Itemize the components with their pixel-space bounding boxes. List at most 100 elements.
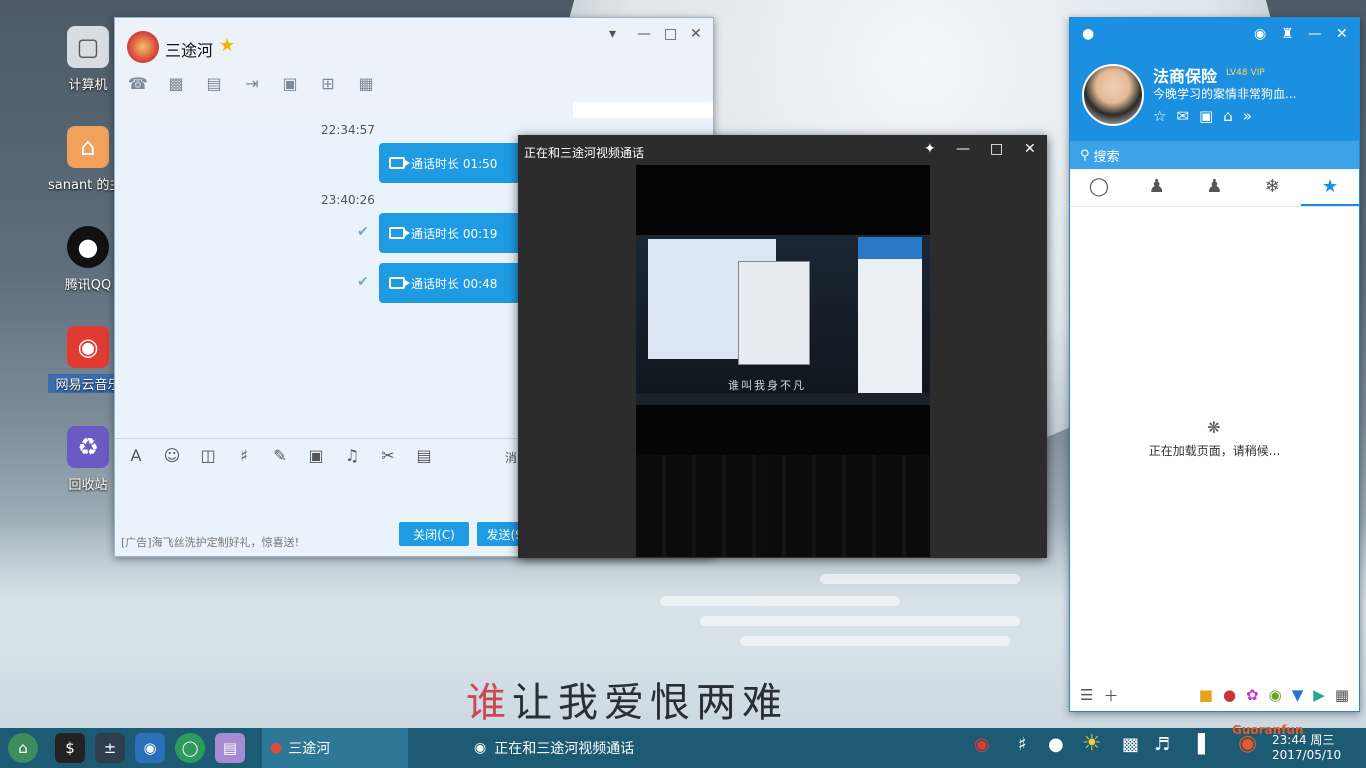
home-icon[interactable]: ⌂: [1223, 107, 1233, 125]
game-icon[interactable]: ■: [1199, 686, 1213, 704]
zone-icon[interactable]: ▣: [1199, 107, 1213, 125]
pin-icon[interactable]: ✦: [924, 141, 936, 157]
flower-icon[interactable]: ✿: [1246, 686, 1259, 704]
shirt-icon[interactable]: ♜: [1281, 26, 1294, 42]
friends-icon[interactable]: ●: [1223, 686, 1236, 704]
input-toolbar: A ☺ ◫ ♯ ✎ ▣ ♫ ✂ ▤: [123, 446, 437, 465]
emoji-icon[interactable]: ☺: [159, 446, 185, 465]
wallpaper-cloud: [740, 636, 1010, 646]
task-chat-window[interactable]: ● 三途河: [262, 728, 408, 768]
minimize-button[interactable]: —: [956, 141, 970, 157]
network-signal-icon[interactable]: ▌: [1198, 734, 1212, 755]
add-icon[interactable]: ＋: [1103, 685, 1118, 706]
add-chat-icon[interactable]: ⊞: [315, 74, 341, 93]
pen-icon[interactable]: ✎: [267, 446, 293, 465]
search-placeholder: 搜索: [1093, 149, 1120, 165]
call-record-bubble[interactable]: 通话时长 00:19: [379, 213, 521, 253]
clock[interactable]: 23:44 周三 2017/05/10: [1272, 733, 1341, 763]
tab-messages[interactable]: ◯: [1070, 169, 1128, 206]
red-packet-icon[interactable]: ▤: [411, 446, 437, 465]
chat-title[interactable]: 三途河: [165, 37, 213, 61]
watermark-text: Guoranfun: [1232, 723, 1304, 737]
ad-banner-text[interactable]: [广告]海飞丝洗护定制好礼，惊喜送!: [121, 534, 299, 550]
voice-icon[interactable]: ♯: [231, 446, 257, 465]
user-nickname: 法商保险: [1153, 67, 1218, 86]
menu-icon[interactable]: ☰: [1080, 686, 1093, 704]
loading-spinner-icon: ❋: [1207, 418, 1221, 437]
shield-icon[interactable]: ▼: [1292, 686, 1304, 704]
file-manager-icon[interactable]: ▤: [215, 733, 245, 763]
wallpaper-text: 谁让我爱恨两难: [466, 680, 788, 726]
skin-icon[interactable]: ◉: [1254, 26, 1266, 42]
star-icon[interactable]: ☆: [1153, 107, 1166, 125]
screen-share-icon[interactable]: ▤: [201, 74, 227, 93]
file-transfer-icon[interactable]: ⇥: [239, 74, 265, 93]
camera-icon[interactable]: ◉: [135, 733, 165, 763]
call-record-bubble[interactable]: 通话时长 00:48: [379, 263, 521, 303]
group-icon: ♟: [1206, 176, 1223, 197]
keyboard-icon[interactable]: ▩: [1122, 734, 1139, 755]
qq-penguin-icon: ●: [67, 226, 109, 268]
user-avatar[interactable]: [1082, 64, 1144, 126]
more-icon[interactable]: »: [1243, 107, 1252, 125]
video-feed[interactable]: 谁叫我身不凡: [636, 165, 930, 557]
microphone-icon[interactable]: ♯: [1018, 734, 1027, 755]
snowflake-icon: ❄: [1264, 176, 1280, 197]
qq-tray-icon[interactable]: ●: [1048, 734, 1064, 755]
tab-contacts[interactable]: ♟: [1128, 169, 1186, 206]
user-signature[interactable]: 今晚学习的案情非常狗血...: [1153, 85, 1296, 102]
apps-grid-icon[interactable]: ▦: [353, 74, 379, 93]
terminal-icon[interactable]: $: [55, 733, 85, 763]
mail-icon[interactable]: ✉: [1176, 107, 1189, 125]
close-chat-button[interactable]: 关闭(C): [399, 522, 469, 546]
tab-groups[interactable]: ♟: [1186, 169, 1244, 206]
video-camera-icon: [389, 157, 410, 169]
location-icon: ◉: [474, 740, 487, 756]
shake-icon[interactable]: ◫: [195, 446, 221, 465]
video-play-icon[interactable]: ▶: [1313, 686, 1325, 704]
feed-caption: 谁叫我身不凡: [728, 379, 806, 392]
image-icon[interactable]: ▣: [303, 446, 329, 465]
browser-icon[interactable]: ◯: [175, 733, 205, 763]
tab-favorites[interactable]: ★: [1301, 169, 1359, 206]
music-icon[interactable]: ♫: [339, 446, 365, 465]
video-call-icon[interactable]: ▩: [163, 74, 189, 93]
minimize-button[interactable]: —: [637, 26, 651, 42]
status-icons: ☆ ✉ ▣ ⌂ »: [1153, 107, 1252, 125]
task-label: 三途河: [288, 741, 331, 757]
contact-icon: ♟: [1148, 176, 1165, 197]
font-icon[interactable]: A: [123, 446, 149, 465]
chat-header: 三途河 ★ ▾ — □ ✕ ☎ ▩ ▤ ⇥ ▣ ⊞ ▦: [115, 18, 713, 132]
recycle-bin-icon: ♻: [67, 426, 109, 468]
task-video-call[interactable]: ◉ 正在和三途河视频通话: [466, 728, 686, 768]
read-check-icon: ✔: [357, 224, 369, 240]
scissors-icon[interactable]: ✂: [375, 446, 401, 465]
remote-desktop-icon[interactable]: ▣: [277, 74, 303, 93]
weather-sun-icon[interactable]: ☀: [1082, 731, 1102, 756]
call-record-bubble[interactable]: 通话时长 01:50: [379, 143, 521, 183]
start-menu-icon[interactable]: ⌂: [8, 733, 38, 763]
close-button[interactable]: ✕: [690, 26, 702, 42]
close-button[interactable]: ✕: [1336, 26, 1348, 42]
volume-icon[interactable]: ♬: [1154, 734, 1170, 755]
level-badge[interactable]: LV48 VIP: [1226, 68, 1265, 78]
video-camera-icon: [389, 227, 410, 239]
minimize-button[interactable]: —: [1308, 26, 1322, 42]
star-icon: ★: [219, 35, 236, 56]
contact-avatar[interactable]: [127, 31, 159, 63]
tab-zone[interactable]: ❄: [1243, 169, 1301, 206]
contact-avatar-icon: ●: [270, 740, 283, 756]
netease-music-icon: ◉: [67, 326, 109, 368]
maximize-button[interactable]: □: [990, 141, 1003, 157]
browser-icon[interactable]: ◉: [1269, 686, 1282, 704]
netease-music-tray-icon[interactable]: ◉: [974, 734, 990, 755]
calculator-icon[interactable]: ±: [95, 733, 125, 763]
search-input[interactable]: ⚲ 搜索: [1070, 141, 1359, 169]
apps-grid-icon[interactable]: ▦: [1335, 686, 1349, 704]
maximize-button[interactable]: □: [664, 26, 677, 42]
video-window-title: 正在和三途河视频通话: [524, 146, 645, 160]
phone-icon[interactable]: ☎: [125, 74, 151, 93]
call-duration-text: 通话时长 00:48: [411, 276, 498, 291]
close-button[interactable]: ✕: [1024, 141, 1036, 157]
dropdown-icon[interactable]: ▾: [609, 26, 616, 42]
